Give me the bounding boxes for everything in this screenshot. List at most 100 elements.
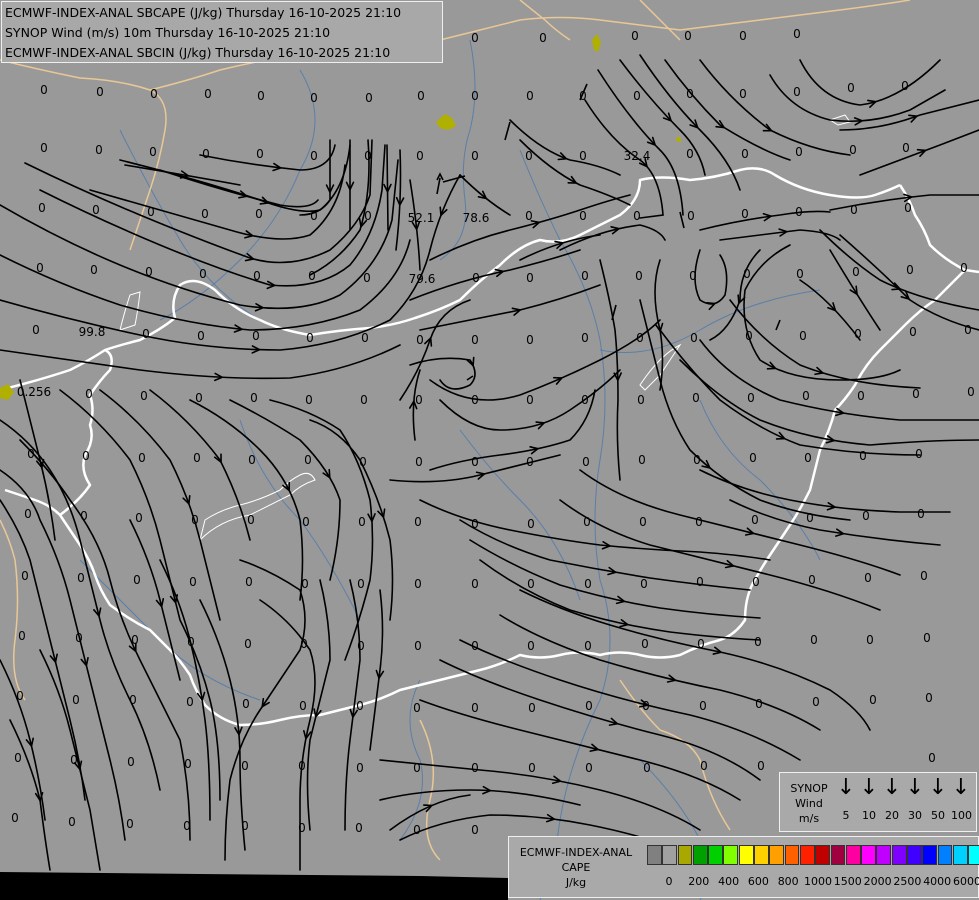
cape-tick-label: 400 [718, 875, 740, 888]
sbcin-value: 0 [641, 637, 649, 651]
sbcin-value: 0 [923, 631, 931, 645]
cape-swatch [754, 845, 769, 865]
sbcin-value: 0 [302, 515, 310, 529]
sbcin-value: 0 [960, 261, 968, 275]
sbcin-value: 0 [245, 575, 253, 589]
sbcin-value: 0 [364, 149, 372, 163]
sbcin-value: 0 [357, 639, 365, 653]
wind-speed-5: ↓ 5 [836, 775, 856, 823]
sbcin-value: 0 [739, 29, 747, 43]
sbcin-value: 0 [72, 693, 80, 707]
sbcin-value: 0 [584, 639, 592, 653]
sbcin-value: 0 [38, 201, 46, 215]
sbcin-value: 0 [415, 393, 423, 407]
wind-speed-30: ↓ 30 [905, 775, 925, 823]
sbcin-value: 0 [751, 513, 759, 527]
sbcin-value: 0 [306, 331, 314, 345]
sbcin-value: 0 [854, 327, 862, 341]
sbcin-value: 0 [131, 633, 139, 647]
arrow-down-icon: ↓ [836, 775, 856, 800]
sbcin-value: 0 [808, 573, 816, 587]
sbcin-value: 0 [298, 821, 306, 835]
sbcin-value: 0 [85, 387, 93, 401]
sbcin-value: 0 [700, 759, 708, 773]
sbcin-value: 79.6 [409, 272, 436, 286]
cape-tick-label: 2000 [863, 875, 892, 888]
sbcin-value: 0 [416, 149, 424, 163]
sbcin-value: 0 [637, 393, 645, 407]
sbcin-value: 0 [525, 209, 533, 223]
sbcin-value: 0 [80, 509, 88, 523]
sbcin-value: 0 [304, 453, 312, 467]
sbcin-value: 0 [471, 89, 479, 103]
sbcin-value: 0 [471, 333, 479, 347]
cape-swatch [769, 845, 785, 865]
cape-swatch [876, 845, 892, 865]
sbcin-value: 0 [365, 91, 373, 105]
sbcin-value: 0 [866, 633, 874, 647]
sbcin-value: 0 [901, 79, 909, 93]
sbcin-value: 0 [585, 699, 593, 713]
arrow-down-icon: ↓ [882, 775, 902, 800]
cape-color-swatches [647, 845, 979, 865]
cape-tick-label: 4000 [923, 875, 952, 888]
sbcin-value: 0 [68, 815, 76, 829]
cape-swatch [692, 845, 708, 865]
sbcin-value: 0 [140, 389, 148, 403]
sbcin-value: 0 [413, 823, 421, 837]
sbcin-value: 0 [642, 699, 650, 713]
sbcin-value: 0 [204, 87, 212, 101]
sbcin-value: 99.8 [79, 325, 106, 339]
sbcin-value: 0 [741, 207, 749, 221]
synop-wind-legend: SYNOP Wind m/s ↓ 5 ↓ 10 ↓ 20 ↓ 30 ↓ 50 ↓ 100 [779, 772, 977, 832]
cape-tick-label: 600 [747, 875, 769, 888]
sbcin-value: 0 [471, 517, 479, 531]
sbcin-value: 0 [14, 751, 22, 765]
sbcin-value: 0 [579, 89, 587, 103]
sbcin-value: 0 [743, 267, 751, 281]
cape-tick-label: 6000 [953, 875, 979, 888]
cape-swatch [952, 845, 968, 865]
sbcin-value: 0 [795, 145, 803, 159]
sbcin-value: 0 [414, 515, 422, 529]
sbcin-value: 0 [526, 455, 534, 469]
sbcin-value: 0 [40, 141, 48, 155]
sbcin-value: 0 [795, 205, 803, 219]
sbcin-value: 0 [928, 751, 936, 765]
sbcin-value: 0 [364, 209, 372, 223]
sbcin-value: 0 [581, 331, 589, 345]
cape-swatch [723, 845, 739, 865]
sbcin-value: 0 [247, 513, 255, 527]
sbcin-value: 0 [850, 203, 858, 217]
sbcin-value: 0 [804, 451, 812, 465]
sbcin-value: 0 [687, 209, 695, 223]
sbcin-value: 0 [32, 323, 40, 337]
sbcin-value: 0 [413, 701, 421, 715]
sbcin-value: 0 [472, 271, 480, 285]
sbcin-value: 0 [862, 509, 870, 523]
sbcin-value: 0 [527, 577, 535, 591]
sbcin-value: 0 [24, 507, 32, 521]
sbcin-value: 0 [75, 631, 83, 645]
sbcin-value: 0 [40, 83, 48, 97]
sbcin-value: 0 [355, 821, 363, 835]
sbcin-value: 0 [631, 29, 639, 43]
sbcin-value: 0 [471, 639, 479, 653]
sbcin-value: 0 [686, 147, 694, 161]
sbcin-value: 0 [305, 393, 313, 407]
sbcin-value: 0 [585, 761, 593, 775]
sbcin-value: 0 [255, 207, 263, 221]
sbcin-value: 0 [745, 329, 753, 343]
sbcin-value: 0 [416, 333, 424, 347]
cape-tick-label: 1500 [833, 875, 862, 888]
sbcin-value: 0 [150, 87, 158, 101]
sbcin-value: 0 [201, 207, 209, 221]
sbcin-value: 0 [857, 389, 865, 403]
sbcin-value: 0 [356, 761, 364, 775]
sbcin-value: 0 [810, 633, 818, 647]
cape-swatch [647, 845, 662, 865]
sbcin-value: 0 [92, 203, 100, 217]
sbcin-value: 0 [581, 393, 589, 407]
cape-legend-title: CAPE [561, 861, 591, 874]
sbcin-value: 0 [754, 635, 762, 649]
